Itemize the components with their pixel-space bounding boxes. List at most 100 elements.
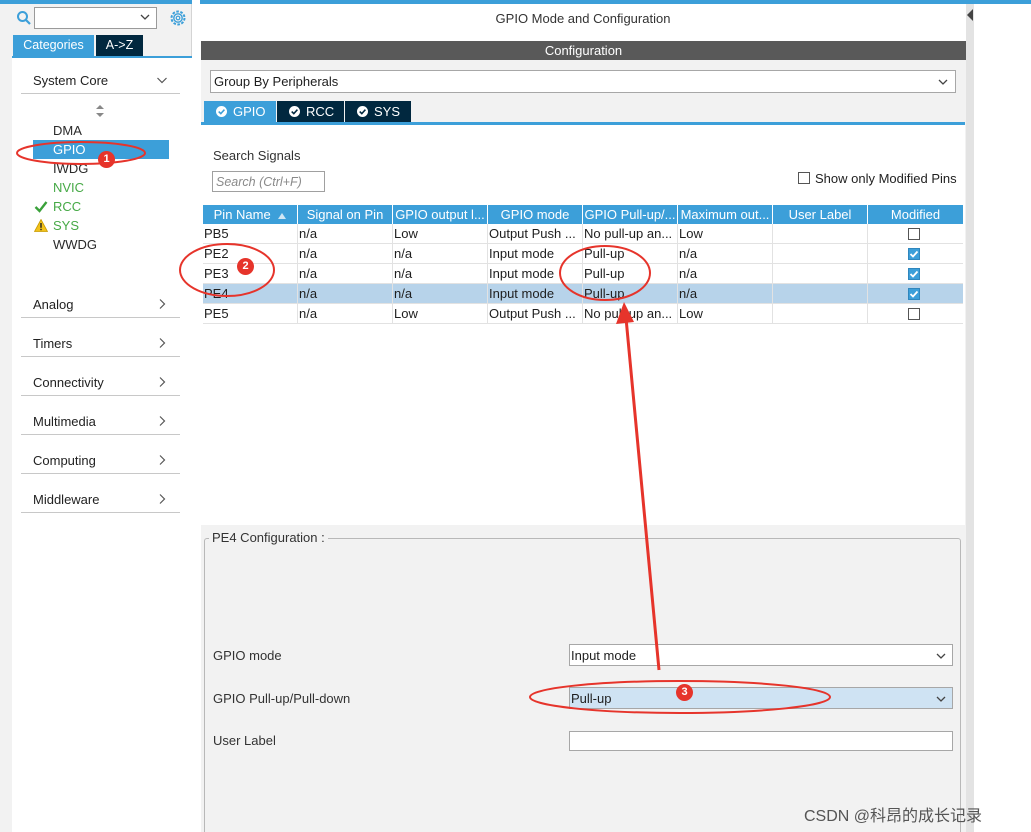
chevron-down-icon[interactable] xyxy=(139,11,151,23)
gpio-mode-label: GPIO mode xyxy=(213,648,282,663)
warning-icon xyxy=(34,219,48,232)
chevron-down-icon xyxy=(936,653,946,659)
category-connectivity[interactable]: Connectivity xyxy=(21,372,180,396)
cell-signal: n/a xyxy=(298,264,393,284)
cell-label xyxy=(773,224,868,244)
table-row[interactable]: PE5 n/a Low Output Push ... No pull-up an...… xyxy=(203,304,963,324)
sidebar-item-label: RCC xyxy=(53,199,82,214)
user-label-input[interactable] xyxy=(569,731,953,751)
chevron-right-icon xyxy=(159,299,166,309)
category-label: Timers xyxy=(33,336,73,351)
category-middleware[interactable]: Middleware xyxy=(21,489,180,513)
cell-signal: n/a xyxy=(298,284,393,304)
show-only-modified-checkbox[interactable]: Show only Modified Pins xyxy=(798,171,960,187)
splitter[interactable] xyxy=(966,4,974,832)
cell-max: n/a xyxy=(678,284,773,304)
sort-icon[interactable] xyxy=(95,104,105,118)
top-accent-bar xyxy=(0,0,192,4)
category-label: Multimedia xyxy=(33,414,96,429)
table-row[interactable]: PB5 n/a Low Output Push ... No pull-up an...… xyxy=(203,224,963,244)
modified-cell xyxy=(868,264,963,284)
user-label-label: User Label xyxy=(213,733,276,748)
table-row[interactable]: PE4 n/a n/a Input mode Pull-up n/a xyxy=(203,284,963,304)
sidebar-item-rcc[interactable]: RCC xyxy=(33,197,169,216)
tab-label: GPIO xyxy=(233,104,266,119)
table-row[interactable]: PE3 n/a n/a Input mode Pull-up n/a xyxy=(203,264,963,284)
annotation-badge-2: 2 xyxy=(237,258,254,275)
sidebar-item-sys[interactable]: SYS xyxy=(33,216,169,235)
modified-cell xyxy=(868,284,963,304)
tab-label: SYS xyxy=(374,104,401,119)
cell-signal: n/a xyxy=(298,244,393,264)
cell-max: Low xyxy=(678,224,773,244)
sidebar-item-label: SYS xyxy=(53,218,80,233)
cell-output: Low xyxy=(393,304,488,324)
gpio-mode-select[interactable]: Input mode xyxy=(569,644,953,666)
sort-asc-icon xyxy=(278,212,287,219)
category-timers[interactable]: Timers xyxy=(21,333,180,357)
checkbox-checked-icon[interactable] xyxy=(908,268,920,280)
cell-max: n/a xyxy=(678,264,773,284)
page-title: GPIO Mode and Configuration xyxy=(200,4,966,34)
cell-label xyxy=(773,244,868,264)
column-header-signal[interactable]: Signal on Pin xyxy=(298,205,393,224)
category-system-core[interactable]: System Core xyxy=(21,70,180,94)
cell-mode: Input mode xyxy=(488,264,583,284)
cell-pull: Pull-up xyxy=(583,284,678,304)
chevron-down-icon xyxy=(936,696,946,702)
cell-pull: Pull-up xyxy=(583,264,678,284)
group-by-value: Group By Peripherals xyxy=(214,74,339,89)
search-signals-label: Search Signals xyxy=(213,148,301,163)
checkbox-checked-icon[interactable] xyxy=(908,288,920,300)
checkbox-unchecked-icon[interactable] xyxy=(908,308,920,320)
sidebar-item-nvic[interactable]: NVIC xyxy=(33,178,169,197)
column-header-modified[interactable]: Modified xyxy=(868,205,963,224)
sidebar-item-label: IWDG xyxy=(53,161,89,176)
checkbox-box[interactable] xyxy=(798,172,810,184)
check-circle-icon xyxy=(357,106,368,117)
header-label: Pin Name xyxy=(213,207,271,222)
sidebar-item-wwdg[interactable]: WWDG xyxy=(33,235,169,254)
tab-categories[interactable]: Categories xyxy=(13,35,94,56)
component-search-combo[interactable] xyxy=(34,7,157,29)
sidebar-item-label: NVIC xyxy=(53,180,85,195)
category-multimedia[interactable]: Multimedia xyxy=(21,411,180,435)
modified-cell xyxy=(868,304,963,324)
category-analog[interactable]: Analog xyxy=(21,294,180,318)
cell-pull: No pull-up an... xyxy=(583,304,678,324)
cell-pull: Pull-up xyxy=(583,244,678,264)
column-header-pin-name[interactable]: Pin Name xyxy=(203,205,298,224)
tab-rcc[interactable]: RCC xyxy=(277,101,344,122)
table-row[interactable]: PE2 n/a n/a Input mode Pull-up n/a xyxy=(203,244,963,264)
gear-icon[interactable] xyxy=(168,8,188,28)
sidebar-item-dma[interactable]: DMA xyxy=(33,121,169,140)
chevron-right-icon xyxy=(159,494,166,504)
column-header-pull[interactable]: GPIO Pull-up/... xyxy=(583,205,678,224)
search-signals-input[interactable] xyxy=(212,171,325,192)
category-computing[interactable]: Computing xyxy=(21,450,180,474)
cell-signal: n/a xyxy=(298,304,393,324)
column-header-max-speed[interactable]: Maximum out... xyxy=(678,205,773,224)
category-label: Analog xyxy=(33,297,74,312)
check-circle-icon xyxy=(216,106,227,117)
cell-label xyxy=(773,304,868,324)
pull-up-pull-down-select[interactable]: Pull-up xyxy=(569,687,953,709)
cell-output: n/a xyxy=(393,264,488,284)
tab-sys[interactable]: SYS xyxy=(345,101,411,122)
checkbox-unchecked-icon[interactable] xyxy=(908,228,920,240)
column-header-gpio-mode[interactable]: GPIO mode xyxy=(488,205,583,224)
column-header-output-level[interactable]: GPIO output l... xyxy=(393,205,488,224)
column-header-user-label[interactable]: User Label xyxy=(773,205,868,224)
cell-pin: PE4 xyxy=(203,284,298,304)
chevron-right-icon xyxy=(159,338,166,348)
tab-gpio[interactable]: GPIO xyxy=(204,101,276,122)
search-icon[interactable] xyxy=(16,10,32,26)
tab-a-z[interactable]: A->Z xyxy=(96,35,143,56)
collapse-arrow-icon[interactable] xyxy=(966,8,974,22)
cell-pull: No pull-up an... xyxy=(583,224,678,244)
pull-up-pull-down-value: Pull-up xyxy=(571,691,612,706)
modified-cell xyxy=(868,224,963,244)
checkbox-checked-icon[interactable] xyxy=(908,248,920,260)
category-label: Middleware xyxy=(33,492,100,507)
group-by-select[interactable]: Group By Peripherals xyxy=(210,70,956,93)
